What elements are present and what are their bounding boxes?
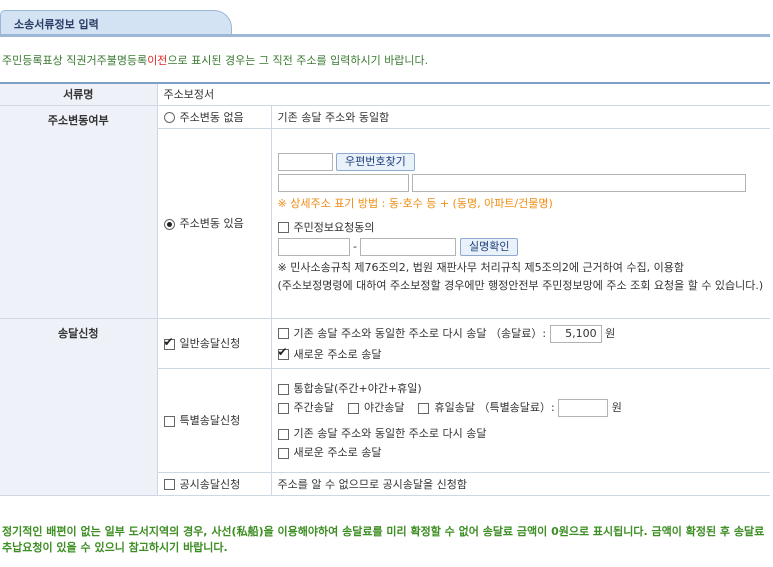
id-front-input[interactable]: [277, 237, 350, 256]
no-change-radio[interactable]: [163, 112, 175, 123]
public-option[interactable]: 공시송달신청: [157, 472, 272, 496]
tab-underline: [0, 34, 770, 37]
row-no-change: 주소변동여부 주소변동 없음 기존 송달 주소와 동일함: [0, 105, 770, 319]
special-new-label: 새로운 주소로 송달: [293, 446, 382, 459]
public-desc: 주소를 알 수 없으므로 공시송달을 신청함: [271, 472, 770, 496]
id-dash: -: [353, 239, 357, 253]
doc-name-value: 주소보정서: [157, 82, 770, 106]
verify-button[interactable]: 실명확인: [459, 237, 519, 256]
doc-name-label: 서류명: [0, 82, 158, 106]
notice-text: 주민등록표상 직권거주불명등록이전으로 표시된 경우는 그 직전 주소를 입력하…: [2, 52, 428, 68]
zip-search-button[interactable]: 우편번호찾기: [336, 152, 415, 171]
no-change-option[interactable]: 주소변동 없음: [157, 105, 272, 129]
tab-title: 소송서류정보 입력: [14, 18, 99, 31]
public-label: 공시송달신청: [179, 477, 241, 491]
special-option[interactable]: 특별송달신청: [157, 368, 272, 473]
delivery-label: 송달신청: [0, 318, 158, 496]
address-input[interactable]: [277, 173, 409, 192]
notice-after: 으로 표시된 경우는 그 직전 주소를 입력하시기 바랍니다.: [167, 54, 429, 67]
special-same-checkbox[interactable]: [277, 428, 289, 440]
row-doc-name: 서류명 주소보정서: [0, 82, 770, 106]
general-new-checkbox[interactable]: [277, 345, 289, 360]
legal-note-1: ※ 민사소송규칙 제76조의2, 법원 재판사무 처리규칙 제5조의2에 근거하…: [277, 260, 685, 274]
special-same-label: 기존 송달 주소와 동일한 주소로 다시 송달: [293, 427, 487, 440]
integrated-checkbox[interactable]: [277, 383, 289, 395]
daytime-label: 주간송달: [293, 401, 334, 414]
change-option[interactable]: 주소변동 있음: [157, 128, 272, 319]
no-change-desc: 기존 송달 주소와 동일함: [271, 105, 770, 129]
general-same-label: 기존 송달 주소와 동일한 주소로 다시 송달 （송달료）:: [293, 326, 547, 340]
general-option[interactable]: 일반송달신청: [157, 318, 272, 369]
special-label: 특별송달신청: [179, 414, 241, 427]
daytime-checkbox[interactable]: [277, 402, 289, 414]
footer-notice: 정기적인 배편이 없는 일부 도서지역의 경우, 사선(私船)을 이용해야하여 …: [2, 525, 765, 554]
consent-label: 주민정보요청동의: [293, 220, 375, 234]
zipcode-input[interactable]: [277, 152, 333, 171]
change-label: 주소변동 있음: [179, 217, 244, 230]
holiday-label: 휴일송달 （특별송달료）:: [434, 401, 555, 414]
special-checkbox[interactable]: [163, 415, 175, 427]
change-radio[interactable]: [163, 218, 175, 230]
consent-checkbox[interactable]: [277, 222, 289, 233]
notice-highlight: 이전: [147, 54, 168, 67]
id-back-input[interactable]: [360, 237, 457, 256]
night-checkbox[interactable]: [347, 402, 359, 414]
section-tab: 소송서류정보 입력: [0, 0, 770, 37]
general-checkbox[interactable]: [163, 335, 175, 350]
general-label: 일반송달신청: [179, 337, 241, 350]
special-details: 통합송달(주간+야간+휴일) 주간송달 야간송달 휴일송달 （특별송달료）: 원…: [271, 368, 770, 473]
special-new-checkbox[interactable]: [277, 447, 289, 459]
legal-note-2: (주소보정명령에 대하여 주소보정할 경우에만 행정안전부 주민정보망에 주소 …: [277, 278, 764, 292]
address-change-label: 주소변동여부: [0, 105, 158, 319]
general-details: 기존 송달 주소와 동일한 주소로 다시 송달 （송달료）: 5,100 원 새…: [271, 318, 770, 369]
address-hint: ※ 상세주소 표기 방법 : 동·호수 등 + (동명, 아파트/건물명): [277, 196, 553, 210]
fee-input[interactable]: 5,100: [549, 324, 602, 343]
notice-before: 주민등록표상 직권거주불명등록: [2, 54, 148, 67]
general-new-label: 새로운 주소로 송달: [293, 347, 382, 361]
document-form: 서류명 주소보정서 주소변동여부 주소변동 없음 기존 송달 주소와 동일함 주…: [0, 82, 770, 496]
special-fee-input[interactable]: [558, 399, 609, 417]
special-won-unit: 원: [611, 401, 622, 414]
holiday-checkbox[interactable]: [418, 402, 430, 414]
integrated-label: 통합송달(주간+야간+휴일): [293, 382, 422, 395]
row-general: 송달신청 일반송달신청 기존 송달 주소와 동일한 주소로 다시 송달 （송달료…: [0, 318, 770, 496]
public-checkbox[interactable]: [163, 479, 175, 490]
general-same-checkbox[interactable]: [277, 328, 289, 339]
no-change-label: 주소변동 없음: [179, 110, 244, 124]
change-details: 우편번호찾기 ※ 상세주소 표기 방법 : 동·호수 등 + (동명, 아파트/…: [271, 128, 770, 319]
address-detail-input[interactable]: [412, 173, 746, 192]
night-label: 야간송달: [363, 401, 405, 414]
won-unit: 원: [605, 326, 616, 340]
